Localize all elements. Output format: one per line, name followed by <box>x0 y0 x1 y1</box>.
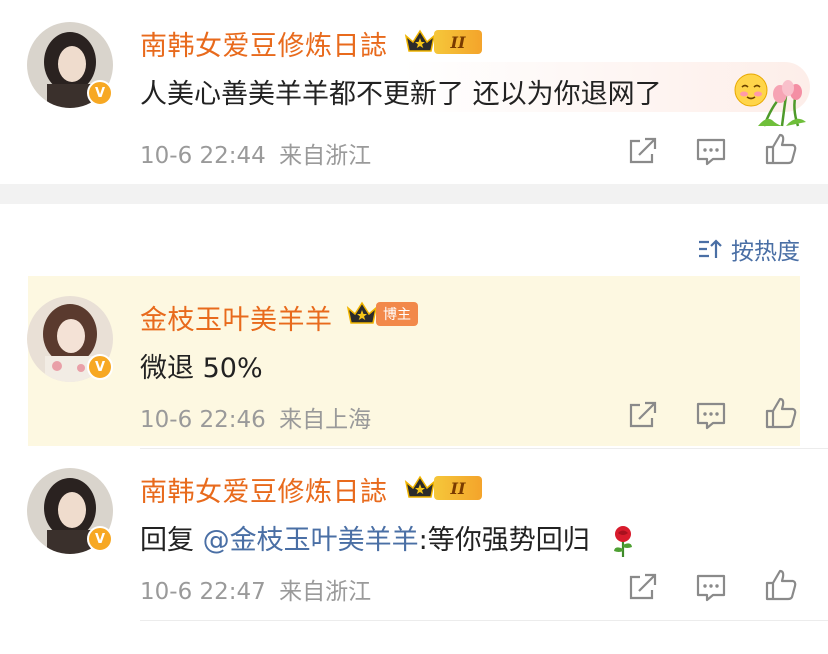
timestamp: 10-6 22:44 来自浙江 <box>140 136 371 170</box>
like-button[interactable] <box>764 568 798 602</box>
comment-1: V 南韩女爱豆修炼日誌 II 人美心善美羊羊都不更新了 还以为你退网了 10-6… <box>0 0 828 184</box>
username[interactable]: 南韩女爱豆修炼日誌 <box>140 470 388 509</box>
like-icon <box>765 569 797 601</box>
sort-icon <box>699 239 722 258</box>
date: 10-6 22:44 <box>140 143 266 169</box>
share-button[interactable] <box>626 570 660 604</box>
date: 10-6 22:46 <box>140 407 266 433</box>
crown-icon <box>404 29 436 52</box>
comment-text: 微退 50% <box>140 353 263 384</box>
location: 来自浙江 <box>279 143 372 169</box>
comment-2: V 金枝玉叶美羊羊 博主 微退 50% 10-6 22:46 来自上海 <box>0 276 828 446</box>
reply-prefix: 回复 <box>140 525 194 556</box>
like-button[interactable] <box>764 132 798 166</box>
comment-3: V 南韩女爱豆修炼日誌 II 回复 @金枝玉叶美羊羊:等你强势回归 10-6 2… <box>0 448 828 628</box>
level-badge: II <box>434 476 482 500</box>
share-button[interactable] <box>626 398 660 432</box>
rose-icon <box>614 525 633 557</box>
share-icon <box>629 401 657 428</box>
comment-text: 人美心善美羊羊都不更新了 还以为你退网了 <box>140 79 662 110</box>
verified-icon: V <box>87 354 113 380</box>
like-icon <box>765 397 797 429</box>
comment-icon <box>696 138 726 166</box>
comment-button[interactable] <box>694 134 728 168</box>
username[interactable]: 南韩女爱豆修炼日誌 <box>140 24 388 63</box>
sort-toggle[interactable]: 按热度 <box>697 232 800 266</box>
divider <box>140 620 828 621</box>
sort-label: 按热度 <box>731 239 800 265</box>
comment-icon <box>696 402 726 430</box>
crown-icon <box>404 475 436 498</box>
level-badge-text: II <box>450 32 466 52</box>
owner-badge-text: 博主 <box>383 307 411 323</box>
share-icon <box>629 573 657 600</box>
username[interactable]: 金枝玉叶美羊羊 <box>140 298 333 337</box>
comment-button[interactable] <box>694 570 728 604</box>
share-button[interactable] <box>626 134 660 168</box>
location: 来自浙江 <box>279 579 372 605</box>
reply-body: :等你强势回归 <box>418 525 590 556</box>
verified-icon: V <box>87 80 113 106</box>
like-button[interactable] <box>764 396 798 430</box>
share-icon <box>629 137 657 164</box>
owner-badge: 博主 <box>376 302 418 326</box>
reply-text: 回复 @金枝玉叶美羊羊:等你强势回归 <box>140 518 638 559</box>
section-divider <box>0 184 828 204</box>
timestamp: 10-6 22:47 来自浙江 <box>140 572 371 606</box>
like-icon <box>765 133 797 165</box>
timestamp: 10-6 22:46 来自上海 <box>140 400 371 434</box>
verified-icon: V <box>87 526 113 552</box>
comment-button[interactable] <box>694 398 728 432</box>
tulip-icon <box>758 80 806 127</box>
level-badge: II <box>434 30 482 54</box>
date: 10-6 22:47 <box>140 579 266 605</box>
comment-icon <box>696 574 726 602</box>
crown-icon <box>346 301 378 324</box>
level-badge-text: II <box>450 478 466 498</box>
mention-link[interactable]: @金枝玉叶美羊羊 <box>203 525 419 556</box>
location: 来自上海 <box>279 407 372 433</box>
